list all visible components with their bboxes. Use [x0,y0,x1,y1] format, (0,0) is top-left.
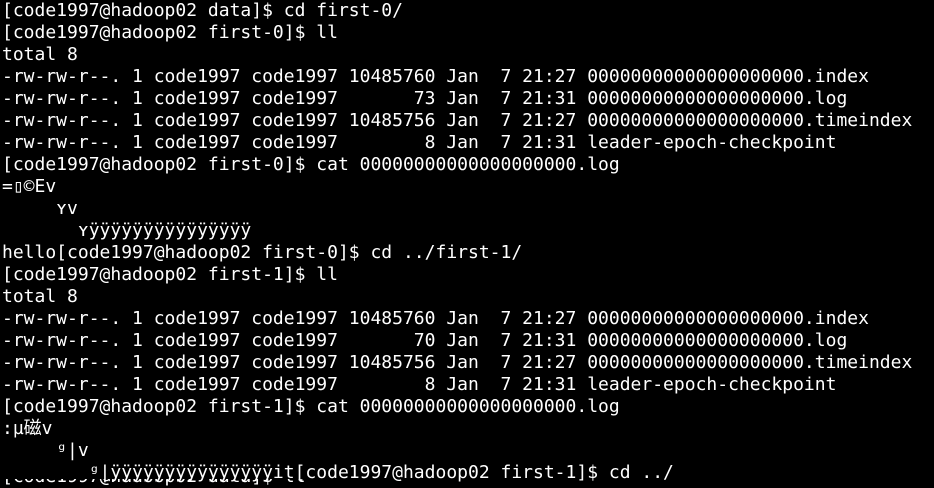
terminal-line: [code1997@hadoop02 first-0]$ ll [2,22,338,43]
terminal-line: ʏÿÿÿÿÿÿÿÿÿÿÿÿÿÿÿ [2,220,252,241]
terminal-line: [code1997@hadoop02 data]$ ll [2,479,934,488]
terminal-line: [code1997@hadoop02 first-1]$ cat 0000000… [2,396,620,417]
terminal-line: -rw-rw-r--. 1 code1997 code1997 73 Jan 7… [2,88,848,109]
terminal-line: ᵍ|v [2,440,89,461]
terminal-line: [code1997@hadoop02 first-0]$ cat 0000000… [2,154,620,175]
terminal-line: -rw-rw-r--. 1 code1997 code1997 10485760… [2,66,869,87]
terminal-line: -rw-rw-r--. 1 code1997 code1997 8 Jan 7 … [2,374,837,395]
terminal-line: :µ磁v [2,418,53,439]
terminal-line: ʏv [2,198,78,219]
terminal-line: [code1997@hadoop02 data]$ cd first-0/ [2,0,403,21]
terminal-line: -rw-rw-r--. 1 code1997 code1997 70 Jan 7… [2,330,848,351]
terminal-line: =▯©Ev [2,176,57,197]
terminal-line: total 8 [2,286,78,307]
terminal-line: -rw-rw-r--. 1 code1997 code1997 10485760… [2,308,869,329]
terminal-line: [code1997@hadoop02 first-1]$ ll [2,264,338,285]
terminal-line: -rw-rw-r--. 1 code1997 code1997 8 Jan 7 … [2,132,837,153]
terminal-line: -rw-rw-r--. 1 code1997 code1997 10485756… [2,110,913,131]
terminal-line: -rw-rw-r--. 1 code1997 code1997 10485756… [2,352,913,373]
terminal-partial-line: [code1997@hadoop02 data]$ ll [0,479,934,488]
terminal-window[interactable]: [code1997@hadoop02 data]$ cd first-0/ [c… [0,0,934,488]
terminal-line: total 8 [2,44,78,65]
terminal-line: hello[code1997@hadoop02 first-0]$ cd ../… [2,242,523,263]
